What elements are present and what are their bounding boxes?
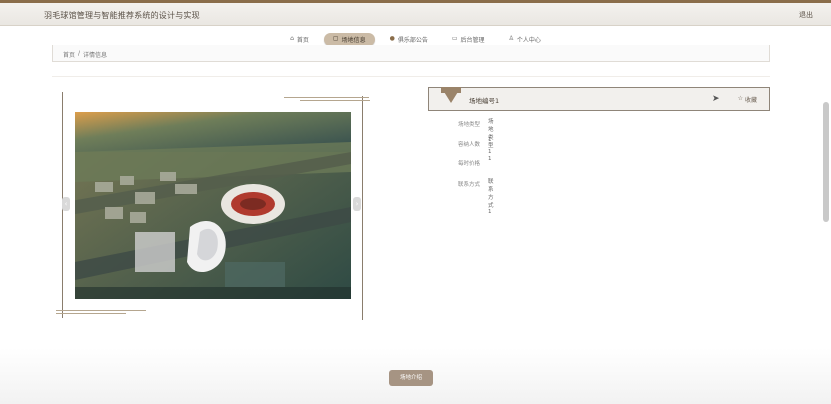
nav-item-field[interactable]: ▢ 场地信息 <box>323 32 375 46</box>
frame-line <box>300 100 370 101</box>
field-icon: ▢ <box>332 35 339 42</box>
info-value: 1 <box>488 137 492 143</box>
nav-item-label: 后台管理 <box>460 36 485 44</box>
frame-line <box>56 313 126 314</box>
nav-item-label: 场地信息 <box>341 36 366 44</box>
info-label: 联系方式 <box>458 182 481 188</box>
field-intro-button[interactable]: 场地介绍 <box>389 370 433 386</box>
nav-item-label: 俱乐部公告 <box>397 36 428 44</box>
favorite-label: 收藏 <box>744 97 757 104</box>
field-title: 场地编号1 <box>469 97 500 105</box>
app-title: 羽毛球馆管理与智能推荐系统的设计与实现 <box>44 11 200 20</box>
info-value: 场地类型1 <box>488 119 494 155</box>
info-row: 容纳人数 1 <box>458 137 492 148</box>
info-label: 容纳人数 <box>458 142 481 148</box>
info-label: 每时价格 <box>458 161 481 167</box>
scrollbar[interactable] <box>823 102 829 222</box>
title-tag-decoration <box>441 87 461 93</box>
breadcrumb-separator: / <box>78 50 81 57</box>
frame-line <box>56 310 146 311</box>
nav-item-notice[interactable]: ● 俱乐部公告 <box>381 33 437 46</box>
info-row: 每时价格 1 <box>458 156 492 167</box>
frame-line <box>284 97 369 98</box>
nav-item-user-center[interactable]: ♙ 个人中心 <box>500 33 550 46</box>
venue-photo <box>75 112 351 299</box>
mouse-cursor-icon: ➤ <box>712 94 720 104</box>
nav-item-admin[interactable]: ▭ 后台管理 <box>443 33 494 46</box>
home-icon: ⌂ <box>290 35 294 42</box>
title-bar: 羽毛球馆管理与智能推荐系统的设计与实现 退出 <box>0 3 831 26</box>
divider <box>52 76 770 77</box>
prev-image-button[interactable]: ‹ <box>62 197 70 211</box>
breadcrumb-bar: 首页 / 详情信息 <box>52 45 770 62</box>
logout-link[interactable]: 退出 <box>799 10 813 20</box>
next-image-button[interactable]: › <box>353 197 361 211</box>
favorite-button[interactable]: ☆ 收藏 <box>738 95 757 104</box>
breadcrumb-home[interactable]: 首页 <box>63 50 75 59</box>
info-label: 场地类型 <box>458 122 481 128</box>
frame-line <box>362 96 363 320</box>
admin-icon: ▭ <box>451 35 458 42</box>
info-value: 1 <box>488 156 492 162</box>
notice-icon: ● <box>389 35 395 42</box>
info-row: 联系方式 联系方式1 <box>458 179 494 215</box>
info-value: 联系方式1 <box>488 179 494 215</box>
breadcrumb: 首页 / 详情信息 <box>63 50 107 59</box>
star-icon: ☆ <box>737 95 743 102</box>
main-nav: ⌂ 首页 ▢ 场地信息 ● 俱乐部公告 ▭ 后台管理 ♙ 个人中心 <box>0 25 831 46</box>
nav-item-label: 个人中心 <box>516 36 541 44</box>
nav-item-home[interactable]: ⌂ 首页 <box>281 33 318 46</box>
nav-item-label: 首页 <box>296 36 309 44</box>
info-row: 场地类型 场地类型1 <box>458 119 494 155</box>
breadcrumb-current: 详情信息 <box>83 52 108 59</box>
user-icon: ♙ <box>508 35 514 42</box>
